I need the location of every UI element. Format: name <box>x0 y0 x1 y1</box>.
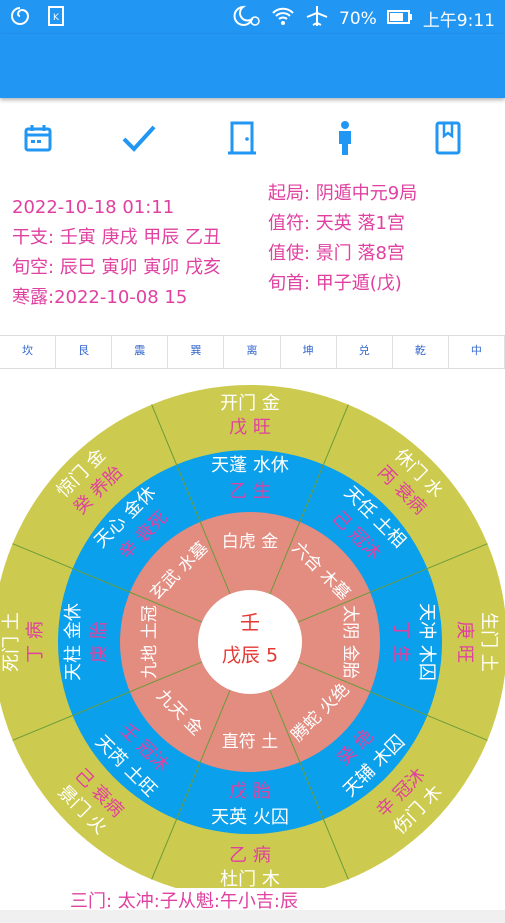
battery-percent: 70% <box>339 8 377 29</box>
tab-kan[interactable]: 坎 <box>0 336 57 368</box>
palace-star-label: 天柱 金休 <box>63 603 84 681</box>
date-time: 2022-10-18 01:11 <box>12 197 175 218</box>
palace-stem-outer: 乙 病 <box>229 845 271 866</box>
palace-stem-mid: 戊 胎 <box>229 781 271 802</box>
palace-stem-mid: 庚 胎 <box>89 621 110 663</box>
palace-god-label: 直符 土 <box>222 732 278 752</box>
bottom-bar <box>0 910 505 923</box>
toolbar <box>0 112 505 168</box>
tab-zhen[interactable]: 震 <box>112 336 169 368</box>
status-bar: K 70% 上午9:11 <box>0 0 505 34</box>
check-icon[interactable] <box>119 118 159 158</box>
ganzhi: 干支: 壬寅 庚戌 甲辰 乙丑 <box>12 227 221 248</box>
palace-tabs: 坎 艮 震 巽 离 坤 兑 乾 中 <box>0 335 505 369</box>
svg-text:K: K <box>53 13 60 23</box>
palace-stem-outer: 丁 病 <box>25 621 46 663</box>
airplane-icon <box>305 5 329 32</box>
moon-alarm-icon <box>233 5 261 32</box>
center-top: 壬 <box>240 611 260 635</box>
spiral-icon <box>10 6 30 30</box>
wifi-icon <box>271 5 295 32</box>
palace-stem-mid: 乙 生 <box>229 481 271 502</box>
qiju: 起局: 阴遁中元9局 <box>268 183 418 204</box>
palace-god-label: 白虎 金 <box>222 532 278 552</box>
qimen-wheel: 壬戊辰 5开门 金戊 旺天蓬 水休乙 生白虎 金休门 水丙 衰病天任 土相己 冠… <box>0 385 505 888</box>
tab-xun[interactable]: 巽 <box>168 336 225 368</box>
tab-dui[interactable]: 兑 <box>337 336 393 368</box>
tab-gen[interactable]: 艮 <box>56 336 113 368</box>
tab-qian[interactable]: 乾 <box>393 336 449 368</box>
clock-time: 上午9:11 <box>422 11 495 31</box>
palace-star-label: 天冲 木囚 <box>416 603 437 681</box>
xunshou: 旬首: 甲子遁(戊) <box>268 273 402 294</box>
palace-star-label: 天英 火囚 <box>211 807 289 828</box>
zhishi: 值使: 景门 落8宫 <box>268 243 405 264</box>
palace-door-label: 死门 土 <box>1 612 22 672</box>
palace-stem-outer: 庚 旺 <box>454 621 475 663</box>
tab-kun[interactable]: 坤 <box>281 336 337 368</box>
tab-zhong[interactable]: 中 <box>449 336 505 368</box>
center-bottom: 戊辰 5 <box>222 645 278 667</box>
info-right: 起局: 阴遁中元9局 值符: 天英 落1宫 值使: 景门 落8宫 旬首: 甲子遁… <box>268 179 417 299</box>
solar-term: 寒露:2022-10-08 15 <box>12 287 188 308</box>
palace-door-label: 杜门 木 <box>220 869 280 888</box>
tab-li[interactable]: 离 <box>224 336 281 368</box>
palace-stem-outer: 戊 旺 <box>229 417 271 438</box>
palace-door-label: 生门 土 <box>478 612 499 672</box>
palace-god-label: 九地 土冠 <box>140 605 160 678</box>
bookmark-book-icon[interactable] <box>428 118 468 158</box>
center-circle <box>198 590 302 694</box>
zhifu: 值符: 天英 落1宫 <box>268 213 405 234</box>
xunkong: 旬空: 辰巳 寅卯 寅卯 戌亥 <box>12 257 221 278</box>
person-icon[interactable] <box>325 118 365 158</box>
app-k-icon: K <box>48 6 64 30</box>
battery-icon <box>386 9 413 29</box>
app-bar <box>0 34 505 98</box>
palace-god-label: 太阴 金胎 <box>340 605 360 678</box>
palace-stem-mid: 丁 生 <box>390 621 411 663</box>
calendar-icon[interactable] <box>18 118 58 158</box>
info-left: 2022-10-18 01:11 干支: 壬寅 庚戌 甲辰 乙丑 旬空: 辰巳 … <box>12 193 221 313</box>
palace-door-label: 开门 金 <box>220 393 280 414</box>
door-icon[interactable] <box>222 118 262 158</box>
palace-star-label: 天蓬 水休 <box>211 455 289 476</box>
